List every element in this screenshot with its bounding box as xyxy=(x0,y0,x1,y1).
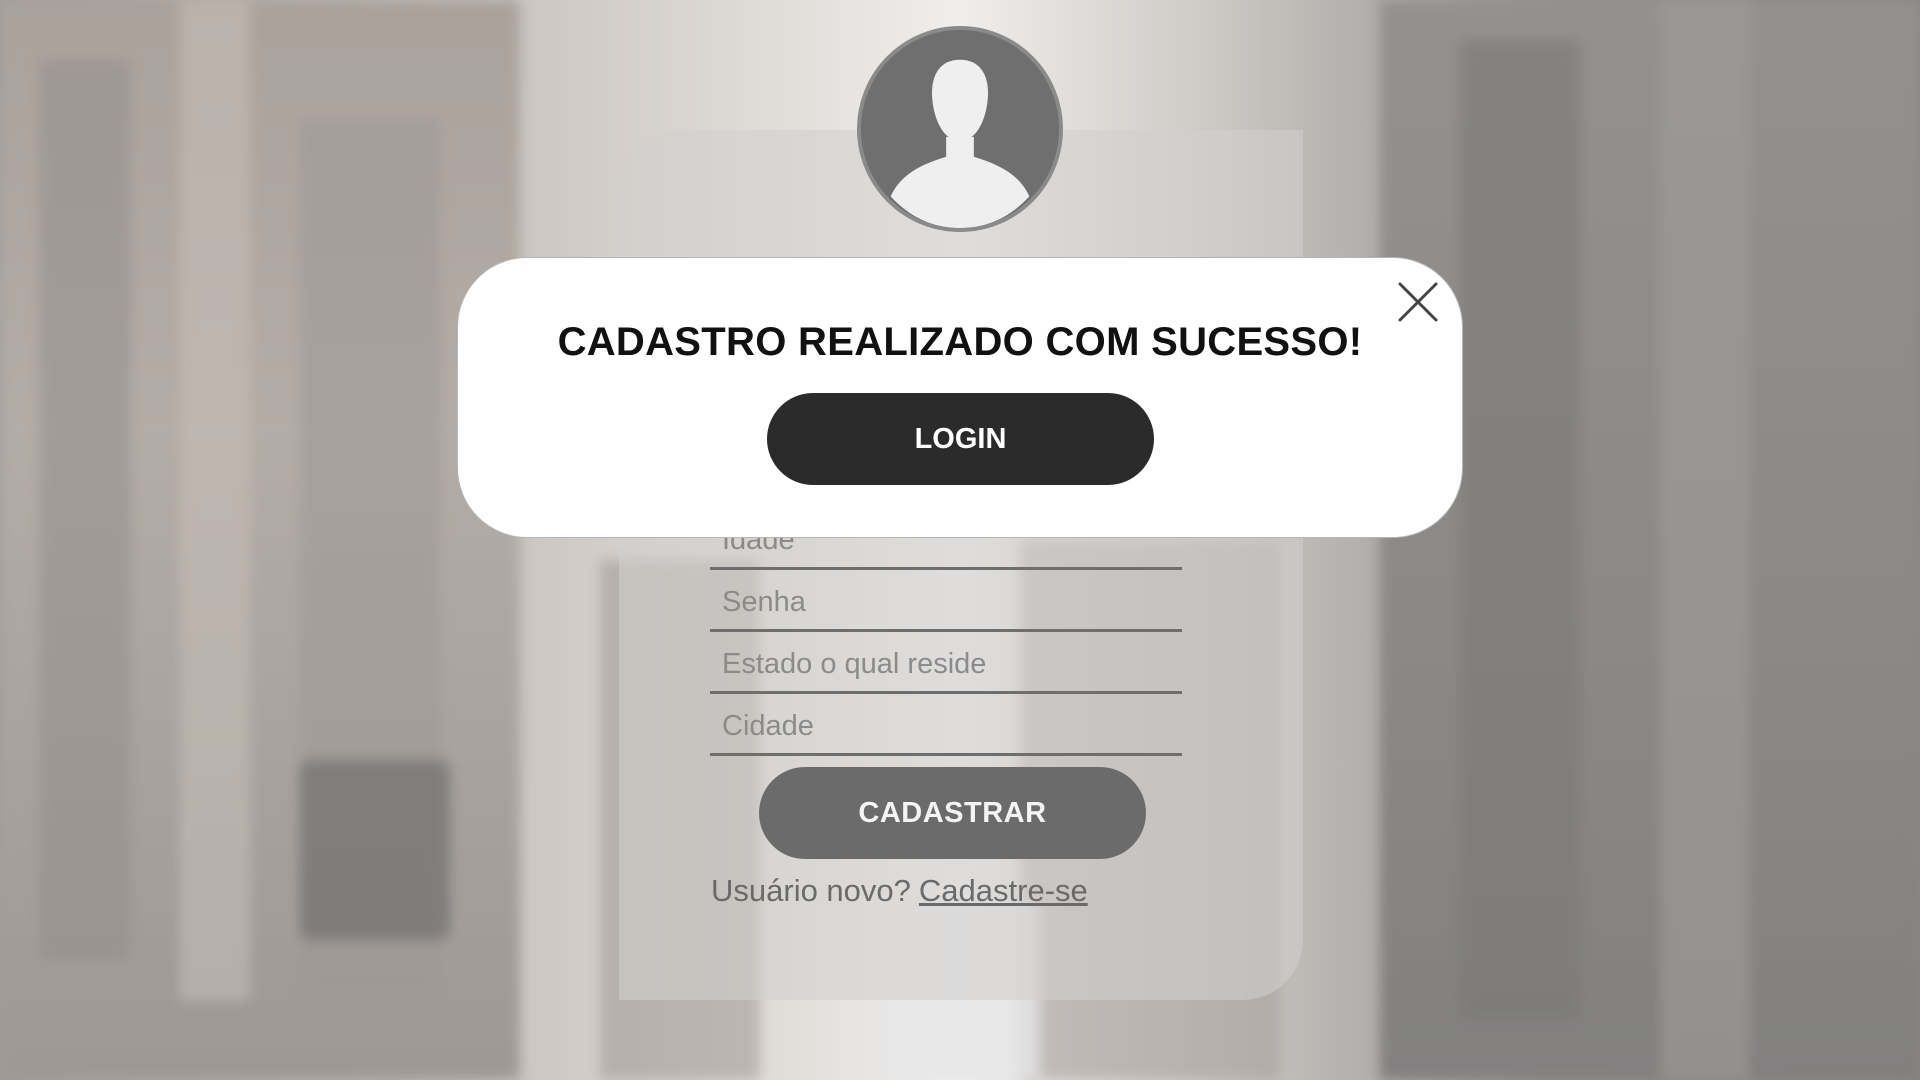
success-message: CADASTRO REALIZADO COM SUCESSO! xyxy=(557,320,1363,364)
city-field[interactable]: Cidade xyxy=(710,698,1182,756)
user-avatar-icon xyxy=(857,26,1063,232)
cadastrar-button[interactable]: CADASTRAR xyxy=(759,767,1146,859)
login-button[interactable]: LOGIN xyxy=(767,393,1154,485)
signup-link[interactable]: Cadastre-se xyxy=(919,873,1088,908)
state-field[interactable]: Estado o qual reside xyxy=(710,636,1182,694)
city-field-placeholder: Cidade xyxy=(722,710,814,742)
password-field[interactable]: Senha xyxy=(710,574,1182,632)
state-field-placeholder: Estado o qual reside xyxy=(722,648,987,680)
close-icon[interactable] xyxy=(1396,280,1440,324)
new-user-prompt: Usuário novo? Cadastre-se xyxy=(711,873,1088,909)
new-user-text: Usuário novo? xyxy=(711,873,911,908)
password-field-placeholder: Senha xyxy=(722,586,806,618)
